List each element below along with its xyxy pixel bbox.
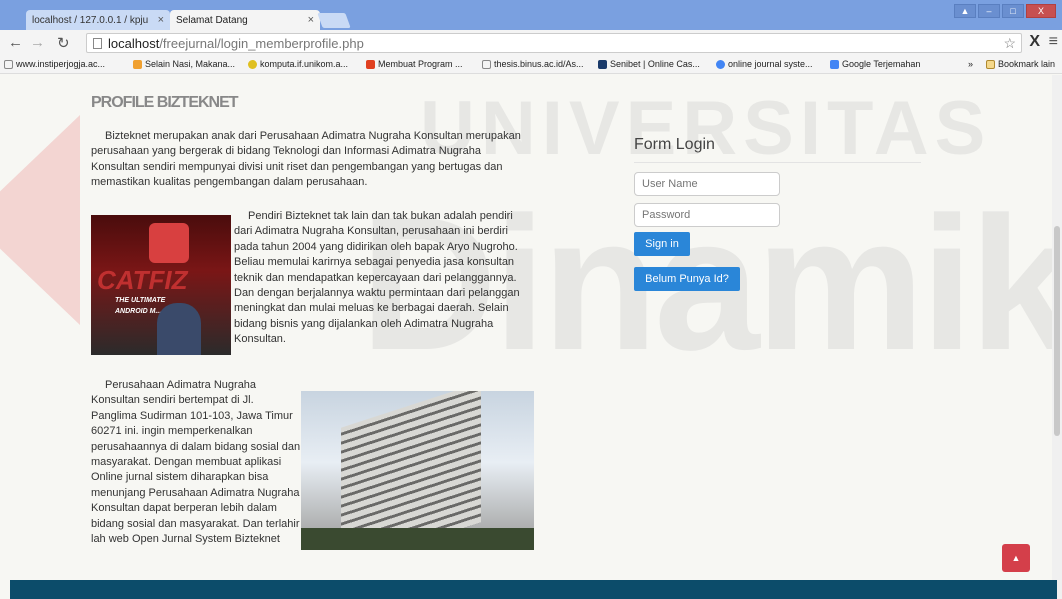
profile-paragraph-2: Pendiri Bizteknet tak lain dan tak bukan… — [234, 210, 520, 346]
restore-icon[interactable]: ▲ — [954, 4, 976, 18]
bookmark-label: Selain Nasi, Makana... — [145, 59, 236, 69]
tab-close-icon[interactable]: × — [300, 14, 314, 26]
address-bar[interactable]: localhost/freejurnal/login_memberprofile… — [86, 33, 1022, 53]
bookmark-icon — [133, 59, 142, 69]
bookmark-icon — [366, 59, 375, 69]
bookmarks-bar: www.instiperjogja.ac... Selain Nasi, Mak… — [0, 56, 1062, 74]
bookmark-label: online journal syste... — [728, 59, 813, 69]
sign-in-button[interactable]: Sign in — [634, 232, 690, 256]
profile-paragraph-3: Perusahaan Adimatra Nugraha Konsultan se… — [91, 379, 301, 546]
folder-icon — [986, 59, 995, 69]
bookmark-item[interactable]: Senibet | Online Cas... — [598, 59, 700, 69]
bookmark-star-icon[interactable]: ☆ — [1003, 35, 1016, 52]
bookmark-label: thesis.binus.ac.id/As... — [494, 59, 584, 69]
bookmark-label: Senibet | Online Cas... — [610, 59, 700, 69]
building-figure — [341, 391, 481, 550]
menu-icon[interactable]: ≡ — [1049, 33, 1058, 51]
tab-close-icon[interactable]: × — [150, 14, 164, 26]
bookmark-item[interactable]: komputa.if.unikom.a... — [248, 59, 348, 69]
bookmark-label: www.instiperjogja.ac... — [16, 59, 106, 69]
login-title: Form Login — [634, 136, 715, 153]
username-input[interactable] — [634, 172, 780, 196]
reload-icon[interactable]: ↻ — [57, 34, 70, 52]
close-window-icon[interactable]: X — [1026, 4, 1056, 18]
bookmark-label: Google Terjemahan — [842, 59, 921, 69]
trees-figure — [301, 528, 534, 550]
maximize-icon[interactable]: □ — [1002, 4, 1024, 18]
profile-paragraph-1: Bizteknet merupakan anak dari Perusahaan… — [91, 130, 521, 189]
founder-photo: CATFIZ THE ULTIMATE ANDROID M... NGER — [91, 215, 231, 355]
page-title: PROFILE BIZTEKNET — [91, 94, 239, 111]
url-path: /freejurnal/login_memberprofile.php — [159, 35, 364, 51]
bookmark-item[interactable]: Google Terjemahan — [830, 59, 920, 69]
bookmark-icon — [248, 59, 257, 69]
tab-label: Selamat Datang — [176, 14, 248, 26]
password-input[interactable] — [634, 203, 780, 227]
tab-selamat-datang[interactable]: Selamat Datang × — [170, 10, 320, 30]
bookmark-label: Bookmark lain — [998, 59, 1056, 69]
page-icon — [93, 37, 102, 49]
bookmark-icon — [598, 59, 607, 69]
bookmark-item[interactable]: Membuat Program ... — [366, 59, 463, 69]
google-icon — [716, 59, 725, 69]
translate-icon — [830, 59, 839, 69]
browser-titlebar: localhost / 127.0.0.1 / kpju × Selamat D… — [0, 0, 1062, 30]
bookmarks-overflow-icon[interactable]: » — [968, 59, 973, 69]
catfiz-logo-icon — [149, 223, 189, 263]
bookmark-label: Membuat Program ... — [378, 59, 463, 69]
bookmark-item[interactable]: www.instiperjogja.ac... — [4, 59, 105, 69]
register-button[interactable]: Belum Punya Id? — [634, 267, 740, 291]
bookmark-folder[interactable]: Bookmark lain — [986, 59, 1055, 69]
forward-icon[interactable]: → — [30, 34, 45, 51]
page-footer — [10, 580, 1057, 599]
login-divider — [634, 162, 921, 163]
bookmark-item[interactable]: Selain Nasi, Makana... — [133, 59, 235, 69]
back-icon[interactable]: ← — [8, 34, 23, 51]
building-photo — [301, 391, 534, 550]
new-tab-button[interactable] — [317, 13, 351, 28]
scrollbar-thumb[interactable] — [1054, 226, 1060, 436]
person-figure — [157, 303, 201, 355]
tab-label: localhost / 127.0.0.1 / kpju — [32, 14, 149, 26]
tab-phpmyadmin[interactable]: localhost / 127.0.0.1 / kpju × — [26, 10, 170, 30]
minimize-icon[interactable]: – — [978, 4, 1000, 18]
extension-x-icon[interactable]: X — [1029, 33, 1040, 51]
bookmark-label: komputa.if.unikom.a... — [260, 59, 349, 69]
page-icon — [482, 59, 491, 69]
page-content: UNIVERSITAS Dinamika PROFILE BIZTEKNET B… — [0, 75, 1062, 599]
scroll-to-top-button[interactable]: ▲ — [1002, 544, 1030, 572]
window-controls: ▲ – □ X — [954, 4, 1056, 18]
page-icon — [4, 59, 13, 69]
watermark-mark — [0, 115, 80, 325]
url-host: localhost — [108, 35, 160, 51]
bookmark-item[interactable]: online journal syste... — [716, 59, 813, 69]
bookmark-item[interactable]: thesis.binus.ac.id/As... — [482, 59, 584, 69]
photo-brand-text: CATFIZ — [97, 265, 188, 295]
browser-toolbar: ← → ↻ localhost/freejurnal/login_memberp… — [0, 30, 1062, 56]
